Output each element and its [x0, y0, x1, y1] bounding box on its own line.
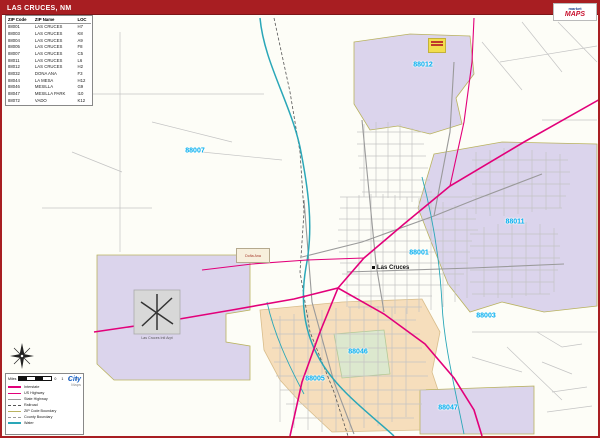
- legend-label: US Highway: [24, 391, 44, 395]
- legend-swatch: [8, 393, 21, 394]
- map-poster: LAS CRUCES, NM 2020 ZIP Code Premium Edi…: [0, 0, 600, 438]
- zip-table-cell: VADO: [34, 98, 77, 105]
- zip-table-row: 88072VADOK12: [7, 98, 91, 105]
- zip-table-cell: MESILLA: [34, 84, 77, 91]
- legend-label: ZIP Code Boundary: [24, 409, 56, 413]
- note-box: [428, 38, 446, 53]
- zip-table-cell: LAS CRUCES: [34, 64, 77, 71]
- legend-swatch: [8, 417, 21, 418]
- zip-table-row: 88012LAS CRUCESH2: [7, 64, 91, 71]
- scale-label: Miles: [8, 377, 16, 381]
- zip-table-row: 88011LAS CRUCESL6: [7, 58, 91, 65]
- title-bar: LAS CRUCES, NM: [2, 2, 598, 15]
- zip-table-body: 88001LAS CRUCESH788003LAS CRUCESK888004L…: [7, 24, 91, 104]
- legend-items: Interstate US Highway State Highway Railroa…: [8, 384, 81, 426]
- city-marker: [372, 266, 375, 269]
- scale-bar: [18, 376, 52, 381]
- zip-table-cell: LAS CRUCES: [34, 31, 77, 38]
- map-legend: Miles 0 1 2 3 City Maps InterstateUS Hig…: [5, 373, 84, 435]
- zip-table-cell: K12: [76, 98, 91, 105]
- dona-ana-callout: Doña Ana: [236, 248, 270, 263]
- scale-segment: [19, 377, 27, 380]
- zip-table-row: 88004LAS CRUCESA9: [7, 38, 91, 45]
- airport-label: Las Cruces Intl Arpt: [132, 336, 182, 340]
- zip-table-cell: 88072: [7, 98, 34, 105]
- legend-swatch: [8, 386, 21, 388]
- airport-symbol: [134, 290, 180, 334]
- legend-label: Interstate: [24, 385, 39, 389]
- logo-main-text: MAPS: [565, 11, 585, 18]
- zip-table-row: 88001LAS CRUCESH7: [7, 24, 91, 31]
- compass-rose: [9, 342, 35, 372]
- zip-table-cell: 88004: [7, 38, 34, 45]
- legend-swatch: [8, 422, 21, 424]
- note-text-line: [431, 41, 443, 43]
- zip-table-cell: A9: [76, 38, 91, 45]
- zip-table-cell: H7: [76, 24, 91, 31]
- zone-88047: [420, 386, 534, 434]
- zip-table-cell: 88007: [7, 51, 34, 58]
- zip-table-cell: LAS CRUCES: [34, 44, 77, 51]
- zip-table-cell: H12: [76, 78, 91, 85]
- legend-swatch: [8, 399, 21, 400]
- zip-table-cell: LAS CRUCES: [34, 38, 77, 45]
- zip-table-row: 88007LAS CRUCESC5: [7, 51, 91, 58]
- note-text-line: [431, 44, 443, 46]
- zip-table-cell: G9: [76, 84, 91, 91]
- zip-table-cell: I10: [76, 91, 91, 98]
- publisher-logo: market MAPS: [553, 3, 597, 21]
- zip-table-cell: 88047: [7, 91, 34, 98]
- legend-item: Water: [8, 420, 81, 426]
- zone-88046: [334, 330, 390, 378]
- zip-table-cell: LA MESA: [34, 78, 77, 85]
- legend-swatch: [8, 405, 21, 406]
- zip-table-row: 88005LAS CRUCESF8: [7, 44, 91, 51]
- zip-table-cell: 88046: [7, 84, 34, 91]
- zip-table-row: 88044LA MESAH12: [7, 78, 91, 85]
- city-label: Las Cruces: [372, 265, 409, 271]
- legend-brand: City Maps: [68, 376, 81, 387]
- zip-table-row: 88032DONA ANAF3: [7, 71, 91, 78]
- zip-table-row: 88046MESILLAG9: [7, 84, 91, 91]
- zone-88011: [418, 142, 597, 312]
- zip-table-cell: K8: [76, 31, 91, 38]
- zip-table-cell: F3: [76, 71, 91, 78]
- zip-table-cell: 88032: [7, 71, 34, 78]
- zip-table-cell: H2: [76, 64, 91, 71]
- zip-table-row: 88047MESILLA PARKI10: [7, 91, 91, 98]
- zip-table-cell: 88005: [7, 44, 34, 51]
- col-zip-code: ZIP Code: [7, 17, 34, 24]
- scale-segment: [35, 377, 43, 380]
- zip-table-cell: MESILLA PARK: [34, 91, 77, 98]
- zip-table-cell: 88012: [7, 64, 34, 71]
- col-zip-name: ZIP Name: [34, 17, 77, 24]
- zip-table-cell: LAS CRUCES: [34, 24, 77, 31]
- scale-segment: [27, 377, 35, 380]
- legend-label: State Highway: [24, 397, 48, 401]
- brand-subtitle: Maps: [68, 383, 81, 387]
- map-title: LAS CRUCES, NM: [2, 5, 71, 12]
- zip-table-cell: C5: [76, 51, 91, 58]
- legend-swatch: [8, 411, 21, 412]
- scale-segment: [43, 377, 51, 380]
- col-loc: LOC: [76, 17, 91, 24]
- legend-label: Railroad: [24, 403, 38, 407]
- zip-table-cell: 88011: [7, 58, 34, 65]
- zip-table-cell: 88003: [7, 31, 34, 38]
- legend-label: County Boundary: [24, 415, 53, 419]
- zip-table-cell: L6: [76, 58, 91, 65]
- zip-table-cell: F8: [76, 44, 91, 51]
- zip-table-row: 88003LAS CRUCESK8: [7, 31, 91, 38]
- zip-table-cell: 88044: [7, 78, 34, 85]
- legend-label: Water: [24, 421, 34, 425]
- zip-table-cell: 88001: [7, 24, 34, 31]
- zip-table-cell: LAS CRUCES: [34, 58, 77, 65]
- zip-table-cell: DONA ANA: [34, 71, 77, 78]
- zip-index-table: ZIP Code ZIP Name LOC 88001LAS CRUCESH78…: [5, 15, 93, 106]
- zone-88012: [354, 34, 474, 134]
- zip-table-cell: LAS CRUCES: [34, 51, 77, 58]
